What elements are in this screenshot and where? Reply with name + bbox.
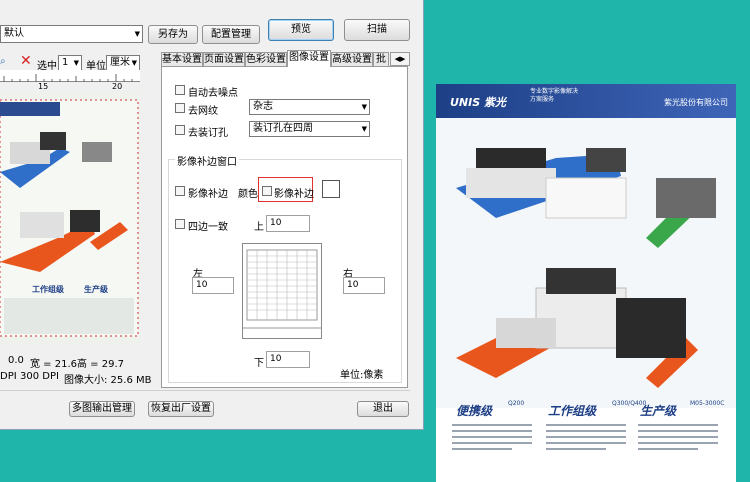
color-label: 颜色 <box>238 189 258 200</box>
multi-output-button[interactable]: 多图输出管理 <box>69 401 135 417</box>
image-settings-panel: 自动去噪点 去网纹 杂志 ▼ 去装订孔 装订孔在四周 ▼ 影像补边窗口 影像补边… <box>161 66 408 388</box>
top-margin-input[interactable]: 10 <box>266 215 310 232</box>
unit-value: 厘米 <box>110 57 130 68</box>
brand-tagline: 专业数字影像解决方案服务 <box>530 88 579 103</box>
horizontal-ruler <box>0 70 140 82</box>
tab-color[interactable]: 色彩设置 <box>245 52 287 67</box>
scan-settings-dialog: 默认 ▼ 另存为 配置管理 预览 扫描 ⌕ ✕ 选中 1 ▼ 单位 厘米 ▼ 1… <box>0 0 424 430</box>
save-as-button[interactable]: 另存为 <box>148 25 198 44</box>
page-margin-diagram <box>242 243 322 339</box>
preview-button[interactable]: 预览 <box>268 19 334 41</box>
page-select[interactable]: 1 ▼ <box>58 55 82 71</box>
bottom-margin-input[interactable]: 10 <box>266 351 310 368</box>
left-margin-input[interactable]: 10 <box>192 277 234 294</box>
close-icon[interactable]: ✕ <box>20 53 32 69</box>
scanned-page-thumbnail: 工作组级 生产级 <box>0 92 140 344</box>
demoire-select[interactable]: 杂志 ▼ <box>249 99 370 115</box>
chevron-down-icon: ▼ <box>361 103 367 111</box>
brochure-illustration <box>436 118 736 408</box>
tab-scroll-buttons[interactable]: ◀▶ <box>390 52 410 66</box>
status-x-value: 0.0 <box>8 355 24 366</box>
zoom-icon[interactable]: ⌕ <box>0 56 6 67</box>
status-image-size: 图像大小: 25.6 MB <box>64 375 152 386</box>
bottom-label: 下 <box>254 358 264 369</box>
uniform-edges-checkbox[interactable] <box>175 219 185 229</box>
brochure-header: UNIS 紫光 专业数字影像解决方案服务 紫光股份有限公司 <box>436 84 736 118</box>
uniform-edges-label: 四边一致 <box>188 222 228 233</box>
fill-edge-checkbox[interactable] <box>175 186 185 196</box>
brochure-body-text-graphic <box>452 424 718 450</box>
company-name: 紫光股份有限公司 <box>664 98 728 107</box>
tab-batch[interactable]: 批 <box>373 52 389 67</box>
demoire-label: 去网纹 <box>188 106 218 117</box>
brand-logo: UNIS 紫光 <box>450 96 506 109</box>
fill-edge-label: 影像补边 <box>188 189 228 200</box>
config-management-button[interactable]: 配置管理 <box>202 25 260 44</box>
status-width: 宽 = 21.6 <box>30 359 78 370</box>
remove-holes-value: 装订孔在四周 <box>253 123 313 134</box>
remove-holes-checkbox[interactable] <box>175 125 185 135</box>
grid-page-graphic <box>243 249 321 329</box>
color-swatch[interactable] <box>322 180 340 198</box>
tab-basic[interactable]: 基本设置 <box>161 52 203 67</box>
status-dpi: 300 DPI <box>20 371 59 382</box>
fill-window-title: 影像补边窗口 <box>175 153 239 168</box>
svg-text:工作组级: 工作组级 <box>32 284 65 294</box>
footer-divider <box>0 390 410 391</box>
section1-title: 便携级 <box>456 404 493 418</box>
page-value: 1 <box>62 57 69 68</box>
tab-advanced[interactable]: 高级设置 <box>331 52 373 67</box>
unit-note: 单位:像素 <box>340 370 384 381</box>
preview-image-area[interactable]: 工作组级 生产级 <box>0 92 140 344</box>
profile-select[interactable]: 默认 ▼ <box>0 25 143 43</box>
top-label: 上 <box>254 222 264 233</box>
section1-subtitle: Q200 <box>508 400 525 407</box>
ruler-tick-20: 20 <box>112 82 123 91</box>
ruler-ticks-graphic <box>3 74 133 82</box>
scan-button[interactable]: 扫描 <box>344 19 410 41</box>
remove-holes-select[interactable]: 装订孔在四周 ▼ <box>249 121 370 137</box>
section3-title: 生产级 <box>640 404 677 418</box>
denoise-label: 自动去噪点 <box>188 88 238 99</box>
denoise-checkbox[interactable] <box>175 85 185 95</box>
demoire-value: 杂志 <box>253 101 273 112</box>
right-margin-input[interactable]: 10 <box>343 277 385 294</box>
chevron-down-icon: ▼ <box>134 30 140 38</box>
svg-text:生产级: 生产级 <box>84 284 109 294</box>
section2-title: 工作组级 <box>548 404 597 418</box>
status-dpi-partial: DPI <box>0 371 17 382</box>
profile-value: 默认 <box>4 28 24 39</box>
status-height: 高 = 29.7 <box>77 359 125 370</box>
tab-page[interactable]: 页面设置 <box>203 52 245 67</box>
unit-select[interactable]: 厘米 ▼ <box>106 55 140 71</box>
chevron-down-icon: ▼ <box>361 125 367 133</box>
chevron-down-icon: ▼ <box>131 59 137 67</box>
tab-image[interactable]: 图像设置 <box>287 50 331 67</box>
fill-edge-color-checkbox[interactable] <box>262 186 272 196</box>
scanned-brochure: UNIS 紫光 专业数字影像解决方案服务 紫光股份有限公司 便携级 Q200 工… <box>436 84 736 482</box>
remove-holes-label: 去装订孔 <box>188 128 228 139</box>
exit-button[interactable]: 退出 <box>357 401 409 417</box>
section3-subtitle: M05-3000C <box>690 400 725 407</box>
chevron-down-icon: ▼ <box>73 59 79 67</box>
ruler-tick-15: 15 <box>38 82 49 91</box>
fill-edge-color-label: 影像补边 <box>274 189 314 200</box>
demoire-checkbox[interactable] <box>175 103 185 113</box>
restore-defaults-button[interactable]: 恢复出厂设置 <box>148 401 214 417</box>
